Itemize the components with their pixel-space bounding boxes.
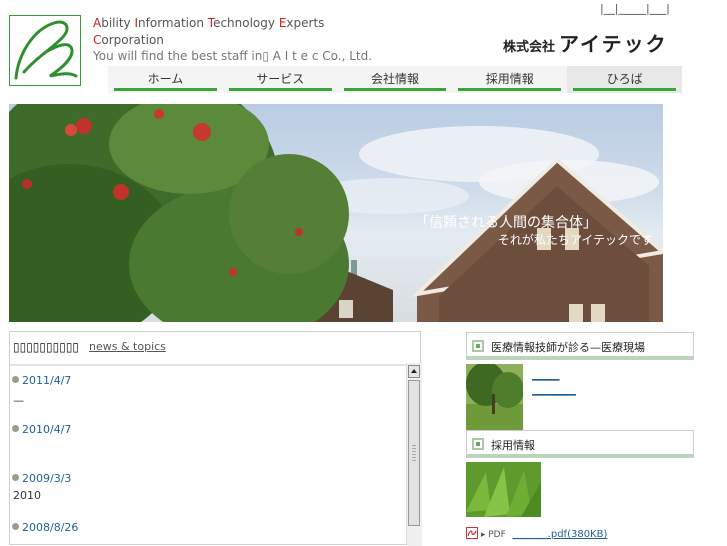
square-bullet-icon	[472, 438, 484, 450]
news-header: ▯▯▯▯▯▯▯▯▯▯ news & topics	[10, 332, 420, 366]
news-scrollbar[interactable]	[406, 363, 422, 546]
top-link-2[interactable]: _____	[618, 2, 646, 15]
hero-caption-sub: それが私たちアイテックです	[497, 233, 653, 247]
news-item[interactable]: 2008/8/26	[12, 521, 78, 534]
company-tagline: Ability Information Technology Experts C…	[93, 15, 372, 65]
news-topics-link[interactable]: news & topics	[89, 340, 166, 353]
medical-section-header[interactable]: 医療情報技師が診る—医療現場	[466, 332, 694, 360]
news-item[interactable]: 2010/4/7	[12, 423, 71, 436]
tagline-line1: Ability Information Technology Experts	[93, 16, 325, 30]
bullet-icon	[12, 523, 19, 530]
scroll-thumb[interactable]	[408, 380, 420, 526]
medical-link-1[interactable]: _____	[532, 368, 560, 381]
news-panel: ▯▯▯▯▯▯▯▯▯▯ news & topics 2011/4/7 — 2010…	[9, 331, 422, 546]
tagline-line2: Corporation	[93, 32, 164, 47]
hero-banner: 「信頼される人間の集合体」 それが私たちアイテックです	[9, 104, 663, 322]
nav-services[interactable]: サービス	[222, 66, 338, 93]
nav-home[interactable]: ホーム	[108, 66, 223, 93]
bullet-icon	[12, 376, 19, 383]
top-link-3[interactable]: ___	[650, 2, 667, 15]
top-utility-links: |__|_____|___|	[600, 2, 670, 15]
pdf-download-row: ▸ PDF _______.pdf(380KB)	[466, 527, 607, 540]
medical-link-2[interactable]: ________	[532, 383, 576, 396]
pdf-link[interactable]: _______.pdf(380KB)	[513, 529, 608, 540]
logo-mark-icon	[14, 20, 78, 80]
scroll-up-arrow-icon[interactable]	[408, 365, 420, 378]
medical-thumbnail[interactable]	[466, 364, 523, 430]
grip-icon	[412, 445, 416, 463]
news-item[interactable]: 2009/3/3	[12, 472, 71, 485]
pdf-badge: ▸ PDF	[480, 530, 506, 540]
company-name: 株式会社 アイテック	[503, 32, 668, 56]
bullet-icon	[12, 425, 19, 432]
news-item-text: 2010	[13, 489, 41, 502]
nav-plaza[interactable]: ひろば	[567, 66, 682, 93]
nav-recruit[interactable]: 採用情報	[452, 66, 568, 93]
main-nav: ホーム サービス 会社情報 採用情報 ひろば	[108, 66, 682, 93]
nav-company-info[interactable]: 会社情報	[337, 66, 453, 93]
company-logo[interactable]	[9, 15, 81, 86]
recruit-thumbnail[interactable]	[466, 462, 541, 517]
square-bullet-icon	[472, 340, 484, 352]
leaves-photo-icon	[466, 462, 541, 517]
news-heading: ▯▯▯▯▯▯▯▯▯▯	[13, 340, 80, 354]
top-link-1[interactable]: __	[604, 2, 615, 15]
recruit-section-header[interactable]: 採用情報	[466, 430, 694, 458]
hero-caption-main: 「信頼される人間の集合体」	[415, 215, 597, 231]
pdf-icon	[466, 527, 478, 539]
garden-photo-icon	[466, 364, 523, 430]
news-item[interactable]: 2011/4/7	[12, 374, 71, 387]
bullet-icon	[12, 474, 19, 481]
tagline-line3: You will find the best staff in▯ A I t e…	[93, 49, 373, 63]
news-item-text: —	[13, 394, 24, 407]
